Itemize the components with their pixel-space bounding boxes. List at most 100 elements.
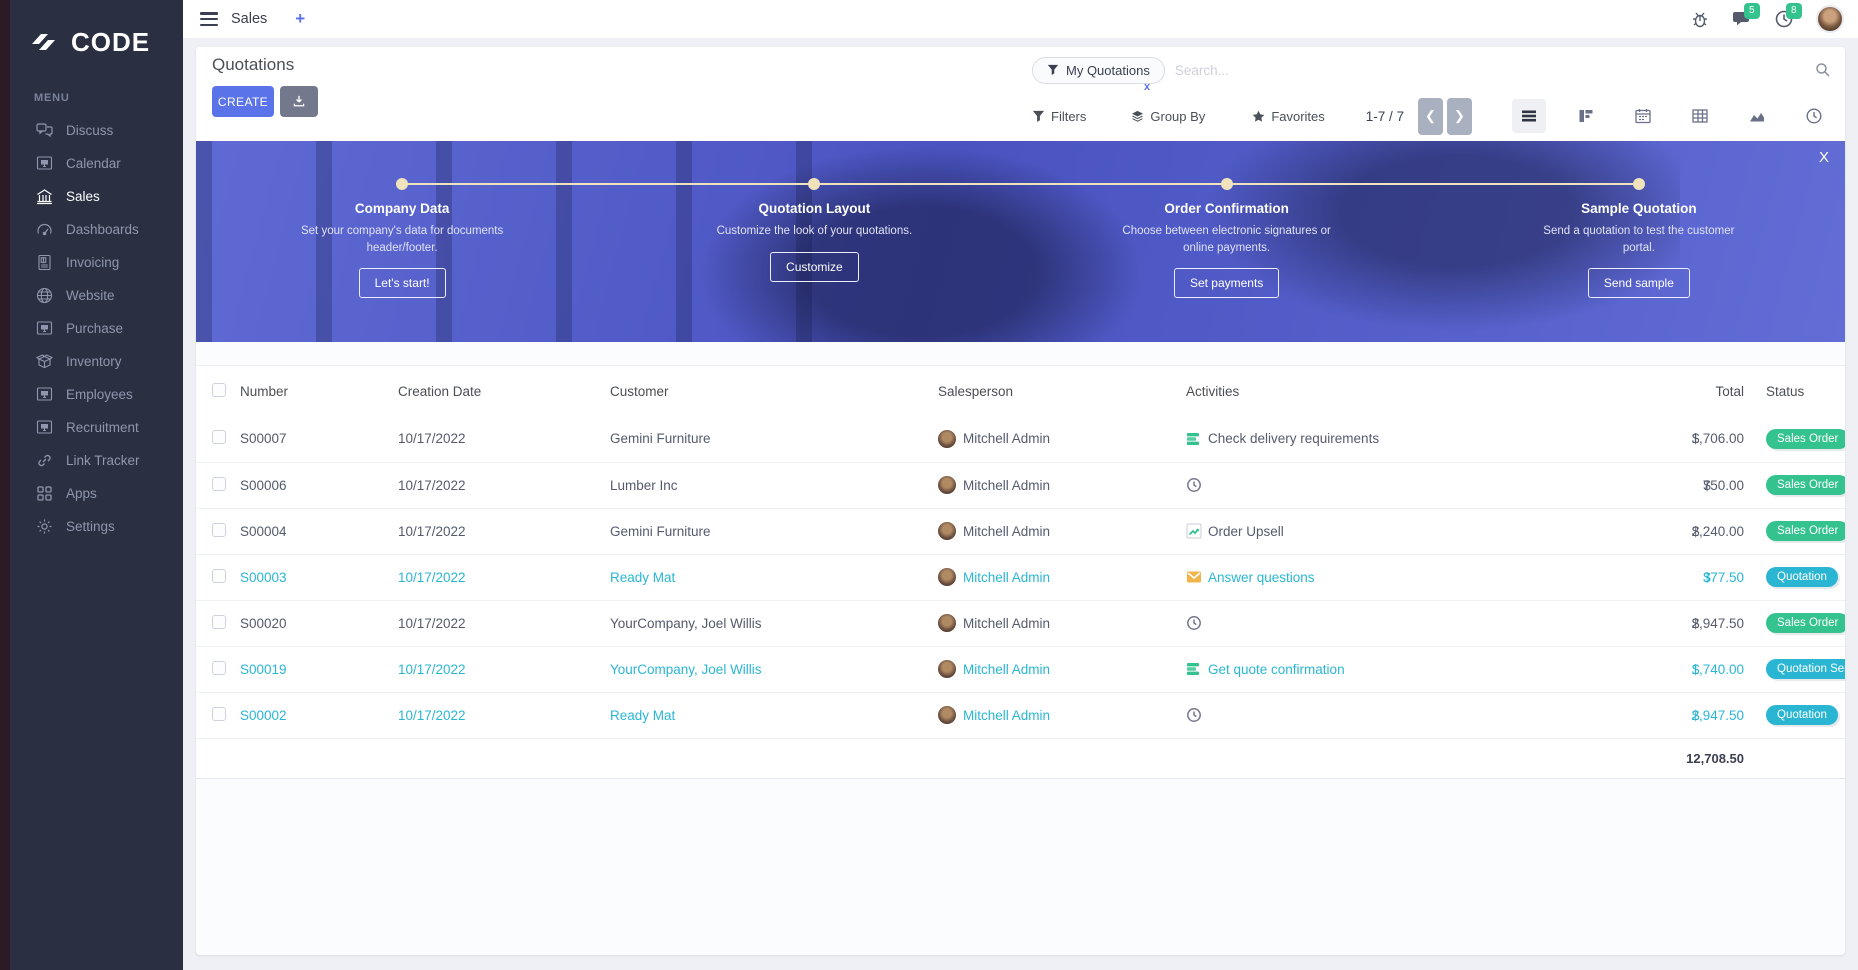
clock-icon[interactable] <box>1186 477 1202 493</box>
cell-date[interactable]: 10/17/2022 <box>394 554 606 600</box>
cell-number[interactable]: S00007 <box>236 416 394 462</box>
status-badge[interactable]: Sales Order <box>1766 475 1845 495</box>
cell-customer[interactable]: Ready Mat <box>606 554 934 600</box>
search-icon[interactable] <box>1815 62 1831 78</box>
filters-button[interactable]: Filters <box>1032 109 1086 124</box>
filter-facet-chip[interactable]: My Quotations <box>1032 57 1165 84</box>
cell-activity-label[interactable]: Answer questions <box>1208 570 1315 585</box>
status-badge[interactable]: Quotation <box>1766 705 1838 725</box>
cell-customer[interactable]: YourCompany, Joel Willis <box>606 600 934 646</box>
sidebar-item-calendar[interactable]: Calendar <box>10 147 183 180</box>
table-row[interactable]: S0000410/17/2022Gemini Furniture Mitchell… <box>196 508 1845 554</box>
step-action-button[interactable]: Let's start! <box>359 268 446 298</box>
favorites-button[interactable]: Favorites <box>1252 109 1324 124</box>
export-button[interactable] <box>280 86 318 117</box>
sidebar-item-recruitment[interactable]: Recruitment <box>10 411 183 444</box>
cell-number[interactable]: S00020 <box>236 600 394 646</box>
status-badge[interactable]: Quotation <box>1766 567 1838 587</box>
sidebar-item-purchase[interactable]: Purchase <box>10 312 183 345</box>
messages-icon[interactable]: 5 <box>1732 9 1752 29</box>
status-badge[interactable]: Sales Order <box>1766 613 1845 633</box>
table-row[interactable]: S0000710/17/2022Gemini Furniture Mitchell… <box>196 416 1845 462</box>
sidebar-item-invoicing[interactable]: Invoicing <box>10 246 183 279</box>
cell-date[interactable]: 10/17/2022 <box>394 646 606 692</box>
sidebar-item-dashboards[interactable]: Dashboards <box>10 213 183 246</box>
clock-icon[interactable] <box>1186 707 1202 723</box>
debug-bug-icon[interactable] <box>1690 9 1710 29</box>
cell-salesperson[interactable]: Mitchell Admin <box>963 570 1050 585</box>
select-all-checkbox[interactable] <box>212 383 226 397</box>
step-action-button[interactable]: Send sample <box>1588 268 1690 298</box>
brand-logo[interactable]: CODE <box>10 0 183 64</box>
view-graph-button[interactable] <box>1740 99 1774 133</box>
col-activities[interactable]: Activities <box>1182 366 1602 416</box>
sidebar-item-employees[interactable]: Employees <box>10 378 183 411</box>
cell-activity-label[interactable]: Check delivery requirements <box>1208 431 1379 446</box>
mail-icon[interactable] <box>1186 569 1202 585</box>
cell-salesperson[interactable]: Mitchell Admin <box>963 478 1050 493</box>
cell-date[interactable]: 10/17/2022 <box>394 508 606 554</box>
cell-salesperson[interactable]: Mitchell Admin <box>963 431 1050 446</box>
sidebar-item-discuss[interactable]: Discuss <box>10 114 183 147</box>
activities-clock-icon[interactable]: 8 <box>1774 9 1794 29</box>
cell-customer[interactable]: Gemini Furniture <box>606 416 934 462</box>
step-action-button[interactable]: Set payments <box>1174 268 1279 298</box>
row-checkbox[interactable] <box>212 477 226 491</box>
status-badge[interactable]: Quotation Sent <box>1766 659 1845 679</box>
col-total[interactable]: Total <box>1602 366 1752 416</box>
view-pivot-button[interactable] <box>1683 99 1717 133</box>
table-row[interactable]: S0000610/17/2022Lumber Inc Mitchell Admin… <box>196 462 1845 508</box>
row-checkbox[interactable] <box>212 523 226 537</box>
cell-activity-label[interactable]: Get quote confirmation <box>1208 662 1345 677</box>
chart-icon[interactable] <box>1186 523 1202 539</box>
cell-salesperson[interactable]: Mitchell Admin <box>963 524 1050 539</box>
cell-date[interactable]: 10/17/2022 <box>394 692 606 738</box>
cell-date[interactable]: 10/17/2022 <box>394 462 606 508</box>
sidebar-item-apps[interactable]: Apps <box>10 477 183 510</box>
clock-icon[interactable] <box>1186 615 1202 631</box>
sidebar-item-link-tracker[interactable]: Link Tracker <box>10 444 183 477</box>
cell-customer[interactable]: Lumber Inc <box>606 462 934 508</box>
cell-number[interactable]: S00019 <box>236 646 394 692</box>
view-list-button[interactable] <box>1512 99 1546 133</box>
cell-customer[interactable]: Ready Mat <box>606 692 934 738</box>
tasks-icon[interactable] <box>1186 661 1202 677</box>
cell-salesperson[interactable]: Mitchell Admin <box>963 616 1050 631</box>
banner-close-icon[interactable]: X <box>1819 149 1829 166</box>
cell-number[interactable]: S00006 <box>236 462 394 508</box>
table-row[interactable]: S0000310/17/2022Ready Mat Mitchell Admin A… <box>196 554 1845 600</box>
col-status[interactable]: Status <box>1752 366 1845 416</box>
row-checkbox[interactable] <box>212 707 226 721</box>
cell-number[interactable]: S00003 <box>236 554 394 600</box>
groupby-button[interactable]: Group By <box>1131 109 1205 124</box>
sidebar-item-website[interactable]: Website <box>10 279 183 312</box>
sidebar-item-settings[interactable]: Settings <box>10 510 183 543</box>
user-avatar[interactable] <box>1816 5 1844 33</box>
status-badge[interactable]: Sales Order <box>1766 521 1845 541</box>
add-tab-button[interactable]: + <box>295 9 305 29</box>
table-row[interactable]: S0001910/17/2022YourCompany, Joel Willis… <box>196 646 1845 692</box>
status-badge[interactable]: Sales Order <box>1766 429 1845 449</box>
col-salesperson[interactable]: Salesperson <box>934 366 1182 416</box>
pager-prev-button[interactable]: ❮ <box>1418 98 1443 135</box>
row-checkbox[interactable] <box>212 569 226 583</box>
cell-customer[interactable]: Gemini Furniture <box>606 508 934 554</box>
cell-number[interactable]: S00002 <box>236 692 394 738</box>
facet-remove-icon[interactable]: x <box>1144 81 1150 93</box>
topbar-app-title[interactable]: Sales <box>231 11 267 27</box>
table-row[interactable]: S0000210/17/2022Ready MatMitchell Admin$… <box>196 692 1845 738</box>
cell-activity-label[interactable]: Order Upsell <box>1208 524 1284 539</box>
cell-salesperson[interactable]: Mitchell Admin <box>963 708 1050 723</box>
view-activity-button[interactable] <box>1797 99 1831 133</box>
row-checkbox[interactable] <box>212 430 226 444</box>
pager-next-button[interactable]: ❯ <box>1447 98 1472 135</box>
view-kanban-button[interactable] <box>1569 99 1603 133</box>
cell-date[interactable]: 10/17/2022 <box>394 416 606 462</box>
cell-customer[interactable]: YourCompany, Joel Willis <box>606 646 934 692</box>
col-customer[interactable]: Customer <box>606 366 934 416</box>
cell-date[interactable]: 10/17/2022 <box>394 600 606 646</box>
hamburger-menu-icon[interactable] <box>200 12 218 26</box>
sidebar-item-inventory[interactable]: Inventory <box>10 345 183 378</box>
cell-number[interactable]: S00004 <box>236 508 394 554</box>
tasks-icon[interactable] <box>1186 431 1202 447</box>
